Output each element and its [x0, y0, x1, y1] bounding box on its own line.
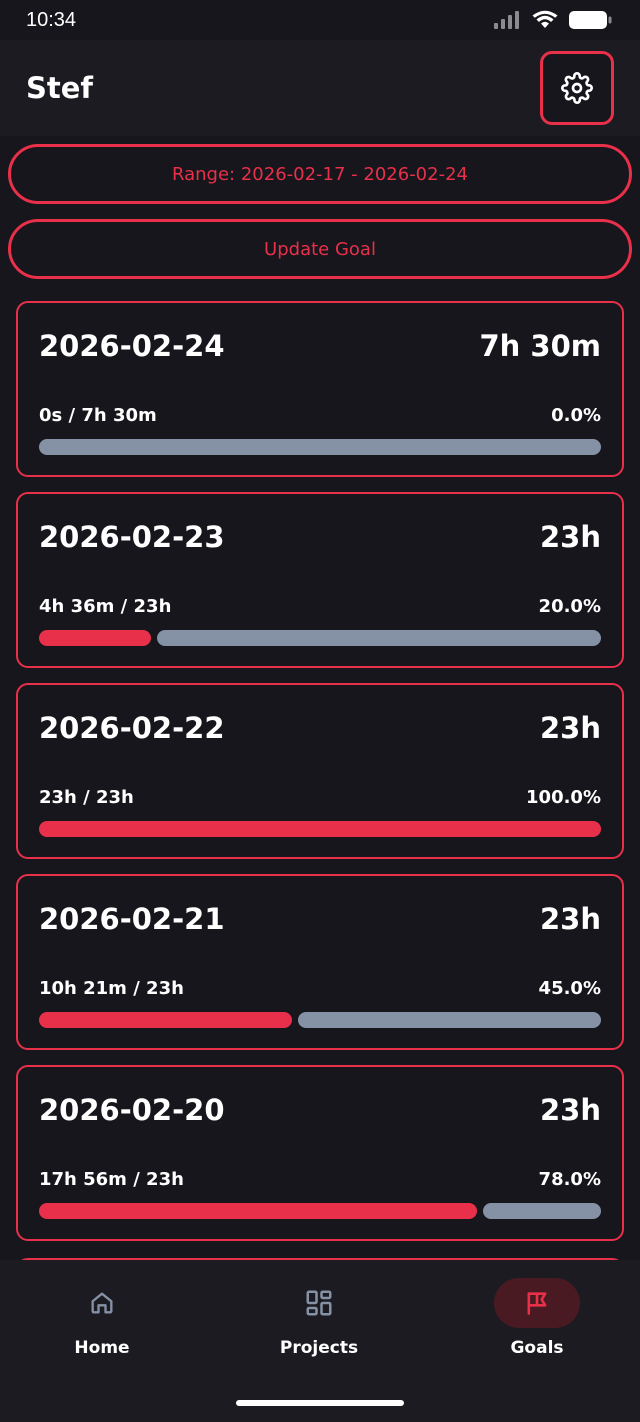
card-percent: 45.0% [538, 978, 601, 999]
card-progress-text: 0s / 7h 30m [39, 405, 157, 426]
app-header: Stef [0, 40, 640, 136]
card-date: 2026-02-20 [39, 1093, 225, 1127]
card-progress-text: 10h 21m / 23h [39, 978, 184, 999]
nav-label-projects: Projects [279, 1338, 359, 1358]
progress-remaining [39, 439, 601, 455]
nav-icon-wrap-active [494, 1278, 580, 1328]
home-icon [91, 1292, 113, 1314]
status-time: 10:34 [26, 8, 77, 31]
grid-icon [306, 1290, 332, 1316]
progress-bar [39, 821, 601, 837]
nav-icon-wrap [59, 1278, 145, 1328]
update-goal-button[interactable]: Update Goal [8, 219, 632, 279]
progress-fill [39, 1012, 292, 1028]
progress-bar [39, 439, 601, 455]
nav-icon-wrap [276, 1278, 362, 1328]
progress-remaining [483, 1203, 601, 1219]
card-progress-text: 4h 36m / 23h [39, 596, 172, 617]
settings-button[interactable] [540, 51, 614, 125]
goal-card[interactable]: 2026-02-22 23h 23h / 23h 100.0% [16, 683, 624, 859]
nav-label-home: Home [74, 1338, 130, 1358]
status-bar: 10:34 [0, 0, 640, 40]
signal-icon [494, 11, 519, 29]
bottom-nav: Home Projects Goals [0, 1260, 640, 1422]
card-goal: 23h [539, 711, 601, 745]
range-button[interactable]: Range: 2026-02-17 - 2026-02-24 [8, 144, 632, 204]
goal-card[interactable]: 2026-02-21 23h 10h 21m / 23h 45.0% [16, 874, 624, 1050]
gear-icon [561, 72, 593, 104]
goal-card[interactable]: 2026-02-24 7h 30m 0s / 7h 30m 0.0% [16, 301, 624, 477]
wifi-icon [532, 10, 558, 28]
progress-bar [39, 1012, 601, 1028]
card-progress-text: 17h 56m / 23h [39, 1169, 184, 1190]
card-percent: 78.0% [538, 1169, 601, 1190]
goal-card-list: 2026-02-24 7h 30m 0s / 7h 30m 0.0% 2026-… [16, 301, 624, 1256]
flag-icon [527, 1292, 547, 1315]
nav-label-goals: Goals [510, 1338, 564, 1358]
card-percent: 0.0% [551, 405, 601, 426]
status-icons [494, 10, 612, 30]
progress-remaining [157, 630, 601, 646]
card-date: 2026-02-21 [39, 902, 225, 936]
nav-item-projects[interactable]: Projects [239, 1278, 399, 1358]
progress-bar [39, 1203, 601, 1219]
card-goal: 23h [539, 902, 601, 936]
page-title: Stef [26, 71, 94, 105]
card-goal: 23h [539, 1093, 601, 1127]
card-percent: 100.0% [526, 787, 601, 808]
battery-icon [569, 11, 612, 29]
progress-bar [39, 630, 601, 646]
progress-fill [39, 630, 151, 646]
progress-remaining [298, 1012, 601, 1028]
card-date: 2026-02-23 [39, 520, 225, 554]
card-goal: 7h 30m [479, 329, 602, 363]
progress-fill [39, 1203, 477, 1219]
goal-card[interactable]: 2026-02-20 23h 17h 56m / 23h 78.0% [16, 1065, 624, 1241]
home-indicator [236, 1400, 404, 1406]
nav-item-goals[interactable]: Goals [457, 1278, 617, 1358]
goal-card[interactable]: 2026-02-23 23h 4h 36m / 23h 20.0% [16, 492, 624, 668]
card-date: 2026-02-22 [39, 711, 225, 745]
card-progress-text: 23h / 23h [39, 787, 134, 808]
card-date: 2026-02-24 [39, 329, 225, 363]
progress-fill [39, 821, 601, 837]
card-percent: 20.0% [538, 596, 601, 617]
card-goal: 23h [539, 520, 601, 554]
nav-item-home[interactable]: Home [22, 1278, 182, 1358]
